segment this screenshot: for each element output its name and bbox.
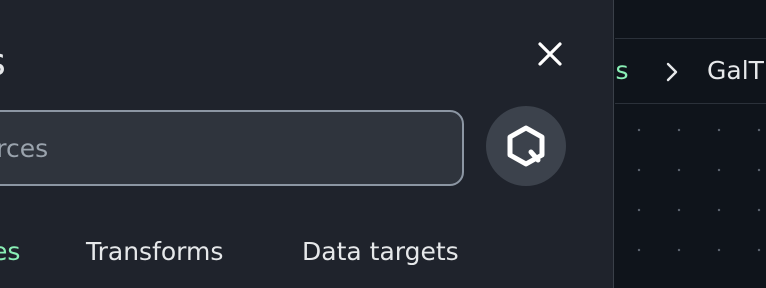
hexagon-action-button[interactable]	[486, 106, 566, 186]
app-root: s es Transforms Data targets ws	[0, 0, 766, 288]
tab-sources[interactable]: es	[0, 232, 20, 272]
top-bar	[615, 0, 766, 39]
breadcrumb: ws GalT	[615, 39, 766, 104]
tab-data-targets[interactable]: Data targets	[302, 232, 459, 272]
breadcrumb-current: GalT	[707, 56, 764, 85]
add-nodes-panel: s es Transforms Data targets	[0, 0, 614, 288]
search-data-sources-input[interactable]	[0, 110, 464, 186]
tab-transforms[interactable]: Transforms	[86, 232, 223, 272]
editor-area: ws GalT	[615, 0, 766, 288]
breadcrumb-link[interactable]: ws	[615, 55, 628, 87]
hexagon-search-icon	[507, 125, 545, 167]
chevron-right-icon	[665, 59, 679, 91]
visual-editor-canvas[interactable]	[615, 104, 766, 288]
